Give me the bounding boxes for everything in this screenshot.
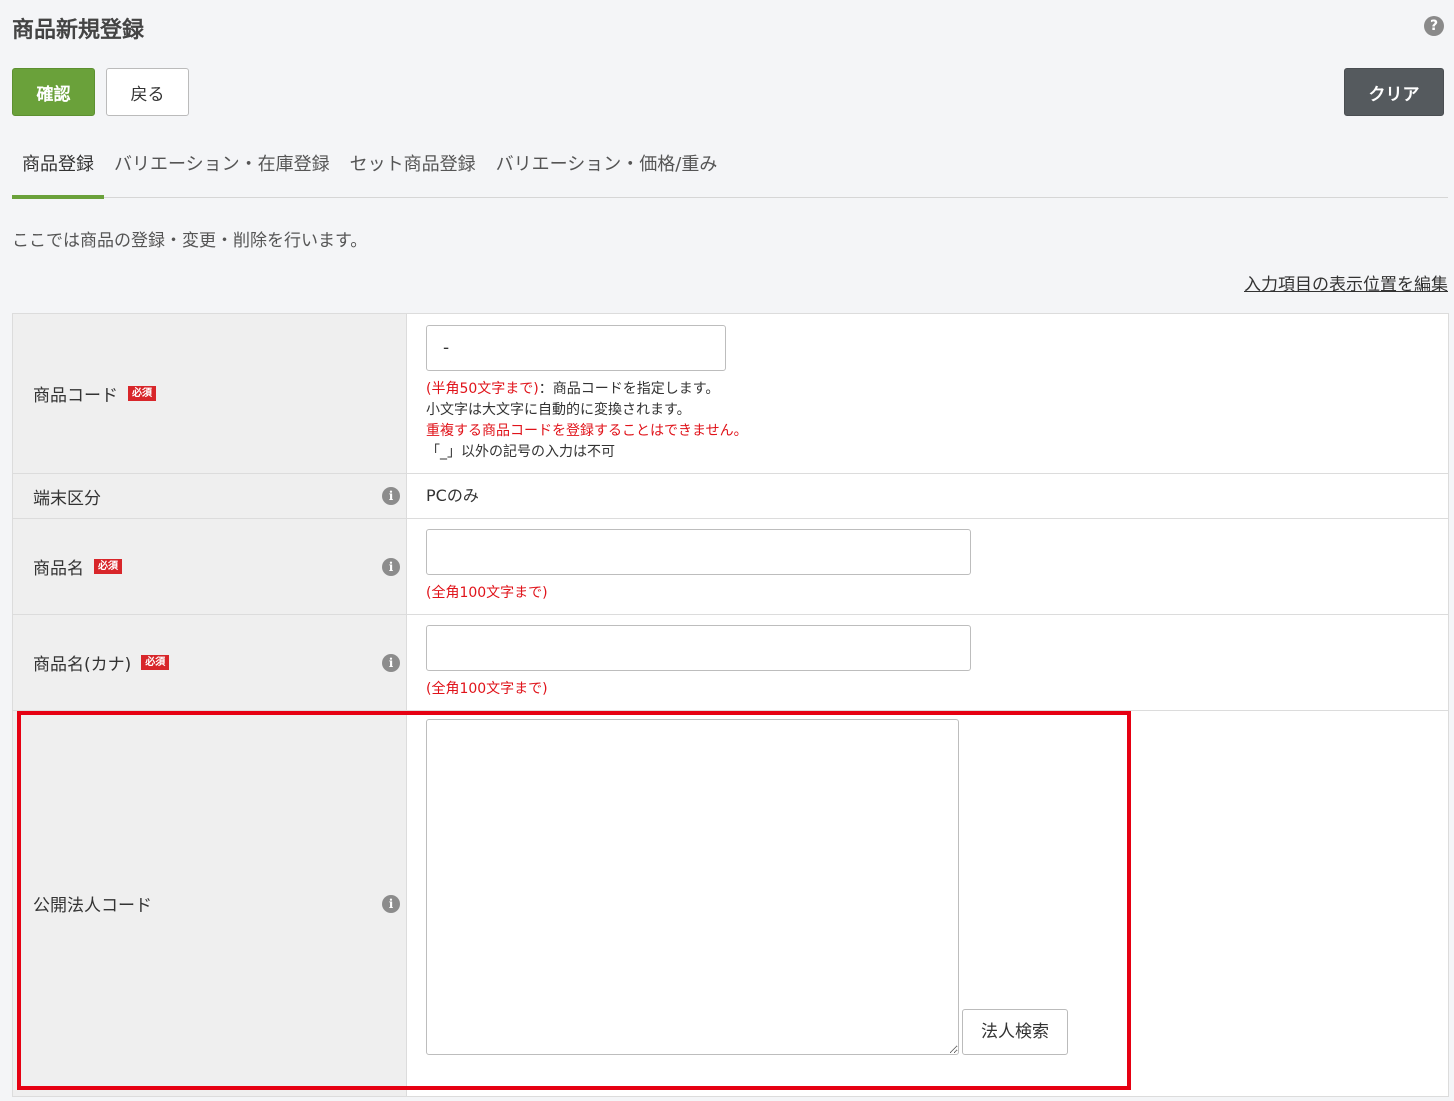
product-form: 商品コード必須 (半角50文字まで)：商品コードを指定します。 小文字は大文字に… [12,313,1449,1097]
product-name-kana-input[interactable] [426,625,971,671]
note-symbols: 「_」以外の記号の入力は不可 [426,443,615,460]
product-code-label: 商品コード [33,386,118,406]
product-name-label: 商品名 [33,559,84,579]
public-corp-code-textarea[interactable] [426,719,959,1055]
required-badge: 必須 [94,559,122,574]
label-cell: 商品名(カナ) 必須 i [12,614,407,711]
product-code-note: (半角50文字まで)：商品コードを指定します。 小文字は大文字に自動的に変換され… [426,379,1429,463]
note-duplicate: 重複する商品コードを登録することはできません。 [426,422,748,439]
value-cell: (全角100文字まで) [406,518,1449,615]
tab-product-registration[interactable]: 商品登録 [12,140,104,199]
label-cell: 端末区分 i [12,473,407,519]
product-name-input[interactable] [426,529,971,575]
row-product-name-kana: 商品名(カナ) 必須 i (全角100文字まで) [12,614,1449,711]
tab-set-product[interactable]: セット商品登録 [340,140,486,198]
value-cell: 法人検索 [406,710,1449,1097]
product-name-kana-label: 商品名(カナ) [33,655,132,675]
tab-variation-price[interactable]: バリエーション・価格/重み [486,140,728,198]
product-code-input[interactable] [426,324,726,371]
product-name-kana-note: (全角100文字まで) [426,681,548,697]
back-button[interactable]: 戻る [106,68,189,116]
label-cell: 商品名 必須 i [12,518,407,615]
terminal-label: 端末区分 [33,488,101,509]
row-public-corp-code: 公開法人コード i 法人検索 [12,710,1449,1097]
info-icon[interactable]: i [382,894,400,913]
confirm-button[interactable]: 確認 [12,68,95,116]
tab-bar: 商品登録 バリエーション・在庫登録 セット商品登録 バリエーション・価格/重み [12,140,1448,199]
page-title: 商品新規登録 [12,18,145,43]
tab-variation-stock[interactable]: バリエーション・在庫登録 [104,140,340,198]
note-description: ：商品コードを指定します。 [538,380,720,397]
corp-search-button[interactable]: 法人検索 [962,1009,1068,1055]
public-corp-code-label: 公開法人コード [33,896,152,916]
product-name-note: (全角100文字まで) [426,585,548,601]
required-badge: 必須 [141,655,170,670]
required-badge: 必須 [128,386,156,401]
value-cell: (半角50文字まで)：商品コードを指定します。 小文字は大文字に自動的に変換され… [406,313,1449,474]
note-length-limit: (半角50文字まで) [426,380,539,397]
info-icon[interactable]: i [382,487,400,505]
page-description: ここでは商品の登録・変更・削除を行います。 [12,231,368,251]
note-uppercase: 小文字は大文字に自動的に変換されます。 [426,401,691,418]
row-product-name: 商品名 必須 i (全角100文字まで) [12,518,1449,615]
clear-button[interactable]: クリア [1344,68,1444,116]
edit-field-position-link[interactable]: 入力項目の表示位置を編集 [1244,270,1448,295]
info-icon[interactable]: i [382,557,400,576]
help-icon[interactable]: ? [1424,16,1444,36]
value-cell: PCのみ [406,473,1449,519]
info-icon[interactable]: i [382,653,400,672]
value-cell: (全角100文字まで) [406,614,1449,711]
row-product-code: 商品コード必須 (半角50文字まで)：商品コードを指定します。 小文字は大文字に… [12,313,1449,474]
row-terminal: 端末区分 i PCのみ [12,473,1449,519]
label-cell: 商品コード 必須 [12,313,407,474]
terminal-value: PCのみ [426,486,479,505]
label-cell: 公開法人コード i [12,710,407,1097]
